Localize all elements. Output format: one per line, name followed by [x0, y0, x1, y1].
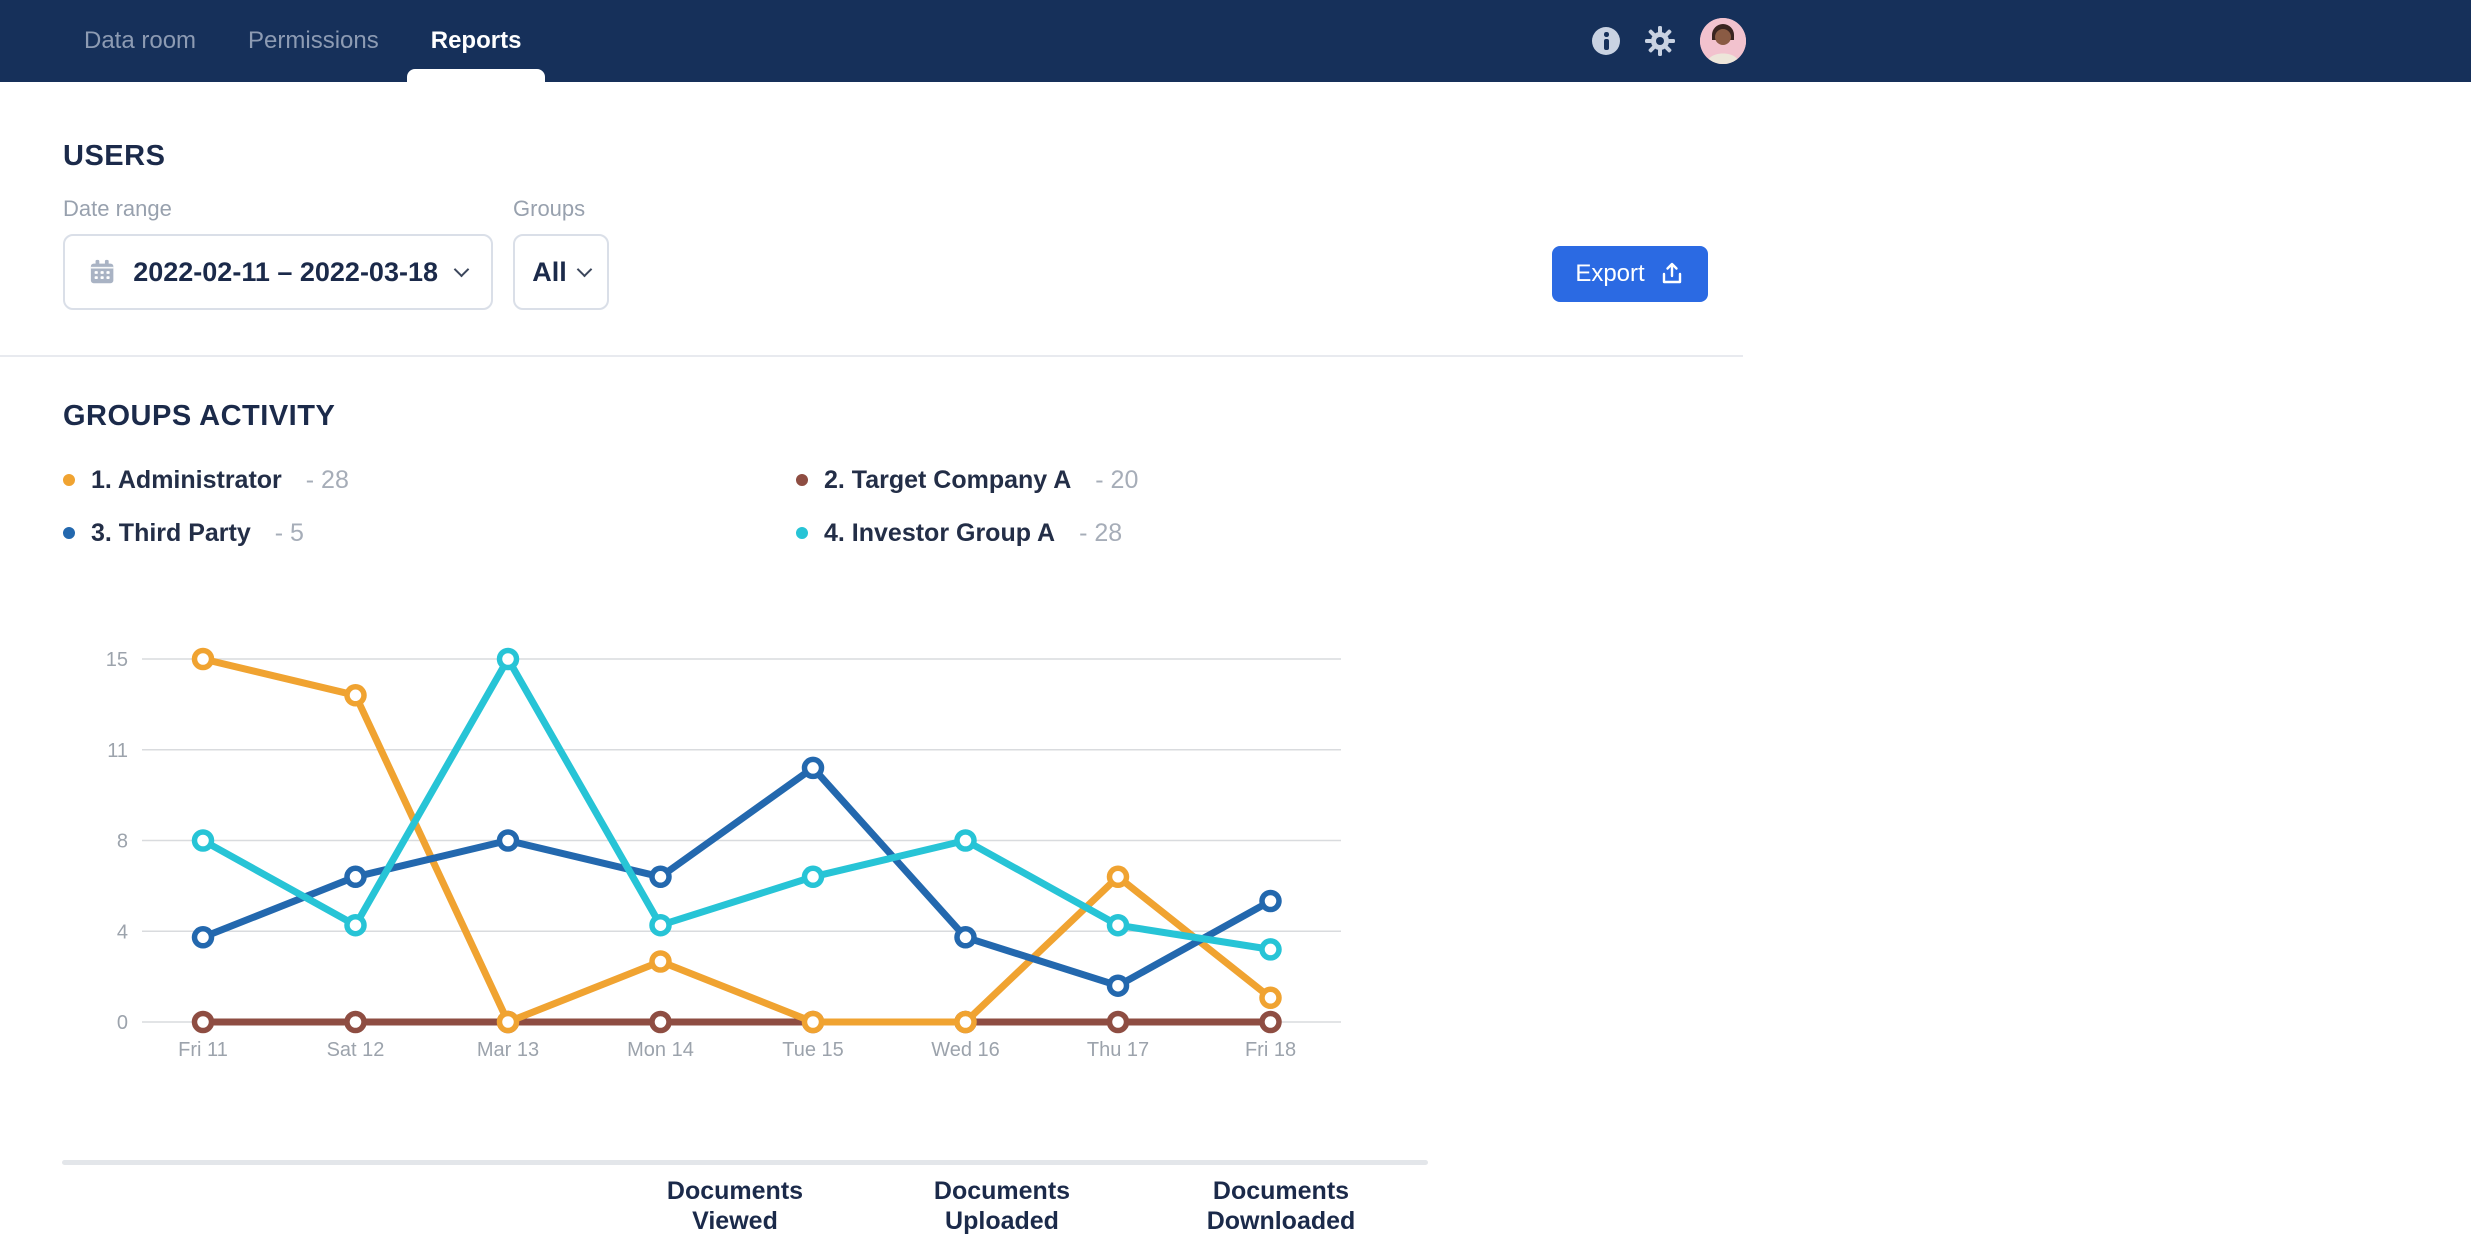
chart-legend: 1. Administrator - 28 2. Target Company …: [63, 464, 1138, 549]
chevron-down-icon: [576, 261, 592, 277]
info-icon: [1592, 27, 1620, 55]
svg-text:15: 15: [106, 649, 128, 671]
top-nav: Data room Permissions Reports: [0, 0, 2471, 82]
export-upload-icon: [1659, 261, 1685, 287]
legend-value: - 20: [1095, 466, 1138, 495]
svg-text:Mar 13: Mar 13: [477, 1039, 539, 1061]
column-header-documents-uploaded: Documents Uploaded: [862, 1176, 1142, 1236]
legend-label: 1. Administrator: [91, 466, 282, 495]
date-range-dropdown[interactable]: 2022-02-11 – 2022-03-18: [63, 234, 493, 310]
users-section-title: USERS: [63, 140, 165, 173]
svg-text:Fri 18: Fri 18: [1245, 1039, 1296, 1061]
column-header-documents-downloaded: Documents Downloaded: [1141, 1176, 1421, 1236]
series-marker-icon: [63, 474, 75, 486]
date-range-value: 2022-02-11 – 2022-03-18: [133, 257, 438, 288]
user-avatar[interactable]: [1700, 18, 1746, 64]
column-header-line: Documents: [595, 1176, 875, 1206]
svg-text:Sat 12: Sat 12: [327, 1039, 385, 1061]
info-button[interactable]: [1592, 27, 1620, 55]
column-header-line: Documents: [862, 1176, 1142, 1206]
column-header-line: Viewed: [595, 1206, 875, 1236]
legend-item-target-company-a: 2. Target Company A - 20: [796, 464, 1138, 496]
nav-actions: [1592, 0, 1746, 82]
series-marker-icon: [796, 527, 808, 539]
column-header-line: Documents: [1141, 1176, 1421, 1206]
export-button[interactable]: Export: [1552, 246, 1708, 302]
svg-text:Mon 14: Mon 14: [627, 1039, 694, 1061]
table-divider: [62, 1160, 1428, 1165]
legend-value: - 5: [275, 519, 304, 548]
export-label: Export: [1575, 260, 1644, 288]
groups-value: All: [532, 257, 567, 288]
groups-label: Groups: [513, 196, 585, 222]
svg-text:0: 0: [117, 1012, 128, 1034]
svg-text:8: 8: [117, 831, 128, 853]
legend-label: 3. Third Party: [91, 519, 251, 548]
series-marker-icon: [63, 527, 75, 539]
groups-dropdown[interactable]: All: [513, 234, 609, 310]
tab-data-room[interactable]: Data room: [58, 0, 222, 82]
groups-activity-title: GROUPS ACTIVITY: [63, 400, 335, 433]
svg-text:Fri 11: Fri 11: [178, 1039, 228, 1061]
column-header-line: Uploaded: [862, 1206, 1142, 1236]
series-marker-icon: [796, 474, 808, 486]
legend-item-third-party: 3. Third Party - 5: [63, 517, 796, 549]
legend-value: - 28: [1079, 519, 1122, 548]
svg-text:Wed 16: Wed 16: [931, 1039, 1000, 1061]
legend-label: 4. Investor Group A: [824, 519, 1055, 548]
nav-tabs: Data room Permissions Reports: [58, 0, 547, 82]
groups-activity-chart: 0 4 8 11 15 Fri 11 Sat 12 Mar 13 Mon 14 Tue 15 Wed…: [60, 628, 1430, 1093]
section-divider: [0, 355, 1743, 357]
chevron-down-icon: [454, 261, 470, 277]
settings-button[interactable]: [1644, 25, 1676, 57]
svg-text:Thu 17: Thu 17: [1087, 1039, 1149, 1061]
date-range-label: Date range: [63, 196, 172, 222]
svg-text:Tue 15: Tue 15: [782, 1039, 844, 1061]
svg-text:4: 4: [117, 921, 128, 943]
tab-reports[interactable]: Reports: [405, 0, 548, 82]
tab-permissions[interactable]: Permissions: [222, 0, 405, 82]
calendar-icon: [89, 258, 115, 286]
column-header-line: Downloaded: [1141, 1206, 1421, 1236]
legend-label: 2. Target Company A: [824, 466, 1071, 495]
svg-text:11: 11: [107, 740, 128, 762]
legend-value: - 28: [306, 466, 349, 495]
legend-item-administrator: 1. Administrator - 28: [63, 464, 796, 496]
avatar-photo: [1700, 18, 1746, 64]
gear-icon: [1644, 25, 1676, 57]
column-header-documents-viewed: Documents Viewed: [595, 1176, 875, 1236]
legend-item-investor-group-a: 4. Investor Group A - 28: [796, 517, 1138, 549]
